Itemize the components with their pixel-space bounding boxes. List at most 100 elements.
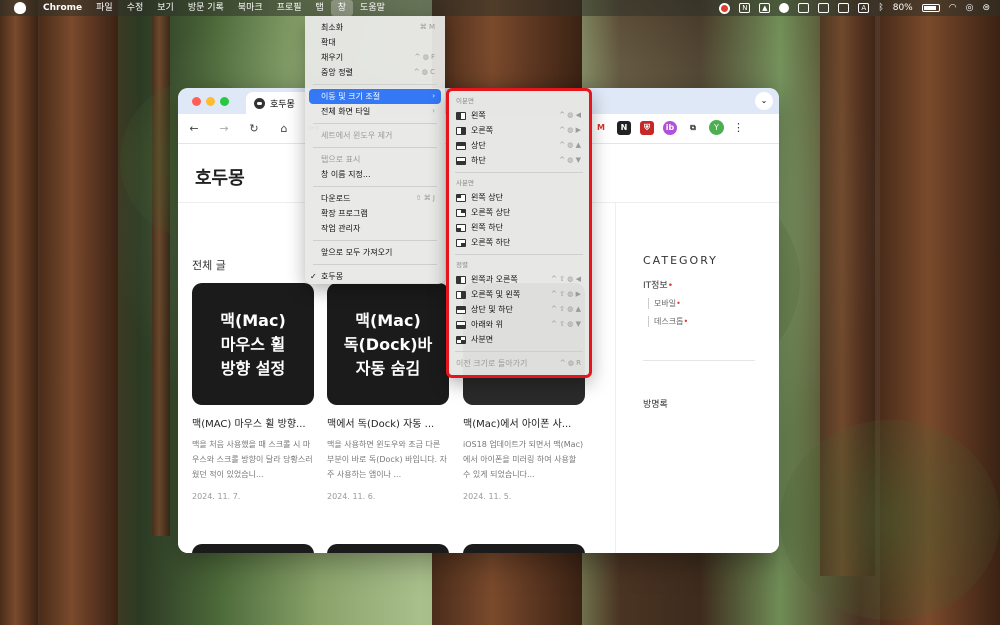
menu-file[interactable]: 파일 xyxy=(89,0,120,16)
post-excerpt: 맥을 처음 사용했을 때 스크롤 시 마우스와 스크롤 방향이 달라 당황스러웠… xyxy=(192,440,313,479)
menu-item-name-window[interactable]: 창 이름 지정... xyxy=(305,167,445,182)
notion-icon[interactable]: N xyxy=(739,3,751,13)
back-button[interactable]: ← xyxy=(186,122,202,135)
minimize-window-button[interactable] xyxy=(206,97,215,106)
keyboard-icon[interactable] xyxy=(838,3,850,13)
menu-item-minimize[interactable]: 최소화 ⌘ M xyxy=(305,20,445,35)
tab-search-button[interactable]: ⌄ xyxy=(755,92,773,110)
zoom-window-button[interactable] xyxy=(220,97,229,106)
post-title[interactable]: 맥에서 독(Dock) 자동 ... xyxy=(327,415,449,430)
drive-icon[interactable]: ▲ xyxy=(759,3,771,13)
menu-tab[interactable]: 탭 xyxy=(308,0,330,16)
apple-icon[interactable] xyxy=(14,2,26,14)
menu-history[interactable]: 방문 기록 xyxy=(181,0,231,16)
tile-bottom-left-icon xyxy=(456,224,466,232)
menu-app-name[interactable]: Chrome xyxy=(36,0,89,16)
submenu-item-shortcut: ^ ⇧ ◍ ▶ xyxy=(551,290,581,298)
post-title[interactable]: 맥(MAC) 마우스 휠 방향... xyxy=(192,415,314,430)
submenu-item-bottom-and-top[interactable]: 아래와 위 ^ ⇧ ◍ ▼ xyxy=(449,317,589,332)
menu-item-label: 확장 프로그램 xyxy=(321,209,368,218)
notion-extension-icon[interactable]: N xyxy=(617,120,631,135)
shield-extension-icon[interactable]: ⛨ xyxy=(640,120,654,135)
submenu-item-bottom-right[interactable]: 오른쪽 하단 xyxy=(449,235,589,250)
submenu-item-quadrants[interactable]: 사분면 xyxy=(449,332,589,347)
submenu-item-top-and-bottom[interactable]: 상단 및 하단 ^ ⇧ ◍ ▲ xyxy=(449,302,589,317)
menu-item-zoom[interactable]: 확대 xyxy=(305,35,445,50)
close-window-button[interactable] xyxy=(192,97,201,106)
category-desktop[interactable]: 데스크톱• xyxy=(648,316,688,327)
site-title[interactable]: 호두몽 xyxy=(195,164,245,190)
ib-extension-icon[interactable]: ib xyxy=(663,120,677,135)
clipboard-icon[interactable] xyxy=(798,3,810,13)
menu-separator xyxy=(313,186,437,187)
submenu-item-left-and-right[interactable]: 왼쪽과 오른쪽 ^ ⇧ ◍ ◀ xyxy=(449,272,589,287)
submenu-arrow-icon: › xyxy=(432,107,435,115)
category-it[interactable]: IT정보• xyxy=(643,278,673,291)
record-icon[interactable] xyxy=(719,2,731,14)
menu-item-task-manager[interactable]: 작업 관리자 xyxy=(305,221,445,236)
menu-edit[interactable]: 수정 xyxy=(120,0,151,16)
menu-item-extensions[interactable]: 확장 프로그램 xyxy=(305,206,445,221)
menu-item-shortcut: ^ ◍ F xyxy=(414,53,435,61)
menu-item-move-resize[interactable]: 이동 및 크기 조절 › xyxy=(309,89,441,104)
guestbook-link[interactable]: 방명록 xyxy=(643,397,668,410)
submenu-item-right[interactable]: 오른쪽 ^ ◍ ▶ xyxy=(449,123,589,138)
post-card[interactable]: 맥(Mac) 독(Dock)바 자동 숨김 맥에서 독(Dock) 자동 ...… xyxy=(327,283,449,501)
reload-button[interactable]: ↻ xyxy=(246,122,262,135)
puzzle-icon[interactable]: ⧉ xyxy=(686,120,700,135)
post-thumbnail[interactable]: 맥(Mac) 독(Dock)바 자동 숨김 xyxy=(327,283,449,405)
menu-item-label: 탭으로 표시 xyxy=(321,155,361,164)
chrome-menu-icon[interactable]: ⋮ xyxy=(733,121,744,134)
menu-item-downloads[interactable]: 다운로드 ⇧ ⌘ J xyxy=(305,191,445,206)
new-dot: • xyxy=(683,317,689,326)
submenu-item-top-left[interactable]: 왼쪽 상단 xyxy=(449,190,589,205)
post-date: 2024. 11. 6. xyxy=(327,492,376,501)
toggle-icon[interactable]: ⊜ xyxy=(982,3,990,13)
post-card[interactable]: 맥(Mac) 마우스 휠 방향 설정 맥(MAC) 마우스 휠 방향... 맥을… xyxy=(192,283,314,501)
profile-avatar[interactable]: Y xyxy=(709,120,724,135)
tile-quadrants-icon xyxy=(456,336,466,344)
post-title[interactable]: 맥(Mac)에서 아이폰 사... xyxy=(463,415,585,430)
home-button[interactable]: ⌂ xyxy=(276,122,292,135)
menu-separator xyxy=(313,264,437,265)
battery-icon[interactable] xyxy=(921,4,940,12)
submenu-item-shortcut: ^ ◍ ◀ xyxy=(559,111,581,119)
submenu-item-shortcut: ^ ◍ ▼ xyxy=(559,156,581,164)
wifi-icon[interactable]: ◠ xyxy=(949,3,957,13)
control-center-icon[interactable]: ◎ xyxy=(966,3,974,13)
category-mobile-label: 모바일 xyxy=(654,299,677,308)
submenu-item-bottom[interactable]: 하단 ^ ◍ ▼ xyxy=(449,153,589,168)
post-thumbnail-partial[interactable] xyxy=(327,544,449,553)
menu-help[interactable]: 도움말 xyxy=(353,0,392,16)
menu-window[interactable]: 창 xyxy=(330,0,354,16)
menu-item-center[interactable]: 중앙 정렬 ^ ◍ C xyxy=(305,65,445,80)
bluetooth-icon[interactable]: ᛒ xyxy=(878,3,883,13)
layout-icon[interactable] xyxy=(818,3,830,13)
forward-button[interactable]: → xyxy=(216,122,232,135)
tile-split-horizontal-icon xyxy=(456,276,466,284)
submenu-item-bottom-left[interactable]: 왼쪽 하단 xyxy=(449,220,589,235)
menu-bookmarks[interactable]: 북마크 xyxy=(231,0,270,16)
menu-profiles[interactable]: 프로필 xyxy=(270,0,309,16)
post-thumbnail-partial[interactable] xyxy=(463,544,585,553)
menu-item-label: 채우기 xyxy=(321,53,344,62)
post-thumbnail-partial[interactable] xyxy=(192,544,314,553)
submenu-item-right-and-left[interactable]: 오른쪽 및 왼쪽 ^ ⇧ ◍ ▶ xyxy=(449,287,589,302)
post-date: 2024. 11. 5. xyxy=(463,492,512,501)
submenu-item-label: 아래와 위 xyxy=(471,320,503,329)
gmail-icon[interactable]: M xyxy=(594,120,608,135)
submenu-item-top[interactable]: 상단 ^ ◍ ▲ xyxy=(449,138,589,153)
menu-item-label: 앞으로 모두 가져오기 xyxy=(321,248,393,257)
submenu-separator xyxy=(455,351,583,352)
post-thumbnail[interactable]: 맥(Mac) 마우스 휠 방향 설정 xyxy=(192,283,314,405)
menu-view[interactable]: 보기 xyxy=(150,0,181,16)
menu-item-bring-all-front[interactable]: 앞으로 모두 가져오기 xyxy=(305,245,445,260)
sync-icon[interactable] xyxy=(779,3,790,13)
menu-item-fill[interactable]: 채우기 ^ ◍ F xyxy=(305,50,445,65)
submenu-item-top-right[interactable]: 오른쪽 상단 xyxy=(449,205,589,220)
submenu-item-left[interactable]: 왼쪽 ^ ◍ ◀ xyxy=(449,108,589,123)
menu-item-window-hodumong[interactable]: ✓ 호두몽 xyxy=(305,269,445,284)
category-mobile[interactable]: 모바일• xyxy=(648,298,681,309)
menu-item-fullscreen-tile[interactable]: 전체 화면 타일 › xyxy=(305,104,445,119)
input-source-icon[interactable]: A xyxy=(858,3,870,13)
